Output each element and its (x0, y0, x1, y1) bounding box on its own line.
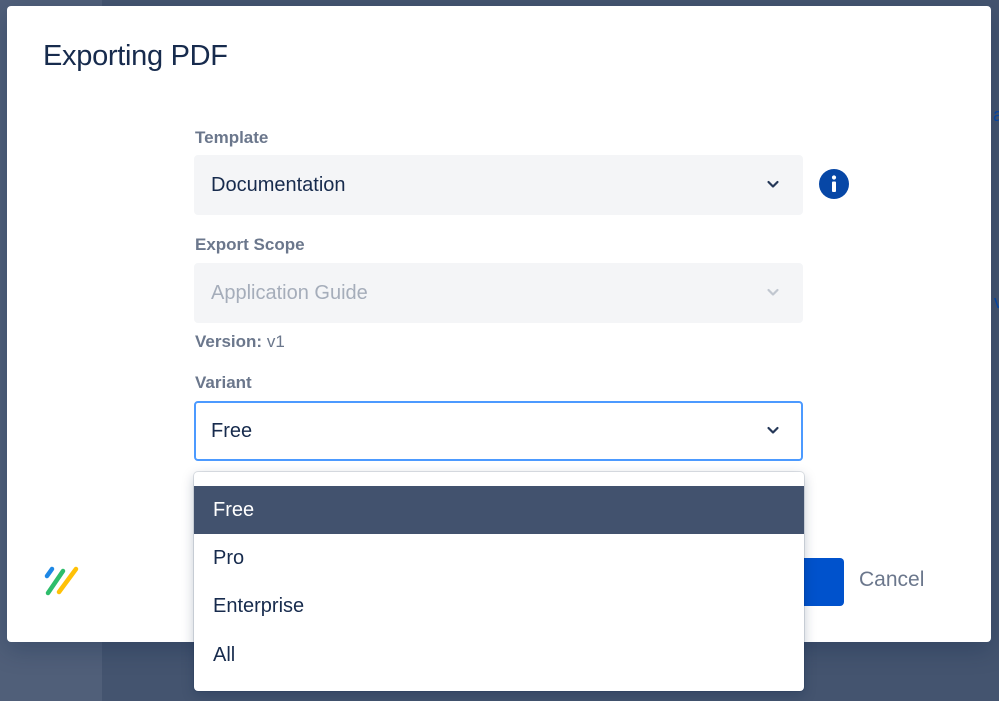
template-label: Template (195, 128, 269, 147)
chevron-down-icon (767, 288, 779, 296)
export-scope-label: Export Scope (195, 235, 305, 254)
chevron-down-icon (767, 180, 779, 188)
variant-option-enterprise[interactable]: Enterprise (194, 582, 804, 630)
background-text-fragment: v (994, 292, 999, 312)
app-logo (44, 566, 79, 596)
version-info: Version: v1 (195, 332, 285, 352)
version-label: Version: (195, 332, 263, 351)
variant-option-all[interactable]: All (194, 631, 804, 679)
export-scope-select-value: Application Guide (211, 282, 368, 304)
template-select[interactable]: Documentation (194, 155, 803, 215)
dialog-title: Exporting PDF (43, 40, 228, 72)
variant-select-value: Free (211, 420, 253, 442)
variant-dropdown-menu: Free Pro Enterprise All (194, 472, 804, 691)
variant-label: Variant (195, 373, 252, 392)
export-scope-select: Application Guide (194, 263, 803, 323)
template-select-value: Documentation (211, 174, 346, 196)
info-icon[interactable] (819, 169, 849, 199)
version-value: v1 (266, 332, 285, 351)
variant-option-free[interactable]: Free (194, 486, 804, 534)
cancel-button[interactable]: Cancel (859, 568, 924, 592)
variant-option-pro[interactable]: Pro (194, 534, 804, 582)
chevron-down-icon (767, 426, 779, 434)
background-text-fragment: a (992, 105, 999, 125)
variant-select[interactable]: Free (194, 401, 803, 461)
